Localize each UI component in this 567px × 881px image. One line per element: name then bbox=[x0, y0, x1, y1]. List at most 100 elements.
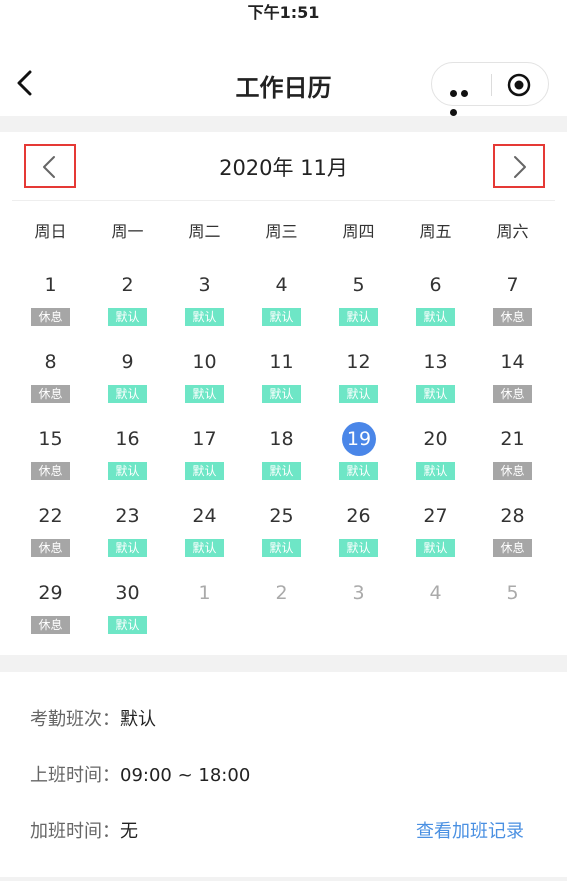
day-cell[interactable]: 30 默认 bbox=[89, 578, 166, 655]
day-cell[interactable]: 6 默认 bbox=[397, 270, 474, 347]
day-cell[interactable]: 12 默认 bbox=[320, 347, 397, 424]
day-cell[interactable]: 27 默认 bbox=[397, 501, 474, 578]
weekday-label: 周六 bbox=[496, 222, 529, 241]
default-shift-tag: 默认 bbox=[416, 539, 455, 557]
day-cell[interactable]: 23 默认 bbox=[89, 501, 166, 578]
day-cell[interactable]: 20 默认 bbox=[397, 424, 474, 501]
default-shift-tag: 默认 bbox=[185, 308, 224, 326]
day-cell-other-month[interactable]: 5 bbox=[474, 578, 551, 655]
rest-tag: 休息 bbox=[493, 539, 532, 557]
default-shift-tag: 默认 bbox=[416, 385, 455, 403]
day-number: 21 bbox=[500, 428, 525, 450]
weekday-label: 周二 bbox=[188, 222, 221, 241]
day-cell[interactable]: 19 默认 bbox=[320, 422, 397, 501]
day-cell[interactable]: 1 休息 bbox=[12, 270, 89, 347]
day-number: 2 bbox=[121, 274, 134, 296]
day-cell[interactable]: 21 休息 bbox=[474, 424, 551, 501]
overtime-value: 无 bbox=[120, 821, 138, 842]
day-number: 29 bbox=[38, 582, 63, 604]
day-number: 6 bbox=[429, 274, 442, 296]
day-cell[interactable]: 13 默认 bbox=[397, 347, 474, 424]
day-cell[interactable]: 14 休息 bbox=[474, 347, 551, 424]
capsule-menu bbox=[431, 62, 549, 116]
default-shift-tag: 默认 bbox=[108, 385, 147, 403]
day-number: 5 bbox=[506, 582, 519, 604]
chevron-right-icon bbox=[514, 156, 526, 178]
day-cell[interactable]: 4 默认 bbox=[243, 270, 320, 347]
day-number: 12 bbox=[346, 351, 371, 373]
day-cell-other-month[interactable]: 1 bbox=[166, 578, 243, 655]
weekday-label: 周日 bbox=[34, 222, 67, 241]
default-shift-tag: 默认 bbox=[339, 539, 378, 557]
view-overtime-records-link[interactable]: 查看加班记录 bbox=[416, 817, 524, 843]
work-time-row: 上班时间：09:00 ~ 18:00 bbox=[30, 761, 250, 787]
day-number: 24 bbox=[192, 505, 217, 527]
day-cell[interactable]: 5 默认 bbox=[320, 270, 397, 347]
day-cell[interactable]: 26 默认 bbox=[320, 501, 397, 578]
day-number: 30 bbox=[115, 582, 140, 604]
day-cell-other-month[interactable]: 4 bbox=[397, 578, 474, 655]
header-divider bbox=[12, 200, 555, 201]
today-day-number: 19 bbox=[342, 422, 376, 456]
day-cell[interactable]: 2 默认 bbox=[89, 270, 166, 347]
day-cell[interactable]: 15 休息 bbox=[12, 424, 89, 501]
day-cell[interactable]: 25 默认 bbox=[243, 501, 320, 578]
default-shift-tag: 默认 bbox=[262, 462, 301, 480]
day-cell[interactable]: 3 默认 bbox=[166, 270, 243, 347]
weekday-label: 周四 bbox=[342, 222, 375, 241]
day-cell[interactable]: 10 默认 bbox=[166, 347, 243, 424]
rest-tag: 休息 bbox=[493, 308, 532, 326]
status-bar: 下午1:51 bbox=[0, 0, 567, 30]
day-cell[interactable]: 29 休息 bbox=[12, 578, 89, 655]
bottom-strip bbox=[0, 877, 567, 881]
default-shift-tag: 默认 bbox=[339, 385, 378, 403]
default-shift-tag: 默认 bbox=[108, 462, 147, 480]
default-shift-tag: 默认 bbox=[108, 616, 147, 634]
calendar-header: 2020年 11月 bbox=[0, 132, 567, 200]
day-cell-other-month[interactable]: 3 bbox=[320, 578, 397, 655]
day-cell-other-month[interactable]: 2 bbox=[243, 578, 320, 655]
day-cell[interactable]: 9 默认 bbox=[89, 347, 166, 424]
default-shift-tag: 默认 bbox=[185, 462, 224, 480]
default-shift-tag: 默认 bbox=[108, 539, 147, 557]
day-number: 1 bbox=[44, 274, 57, 296]
rest-tag: 休息 bbox=[493, 462, 532, 480]
day-number: 3 bbox=[198, 274, 211, 296]
day-cell[interactable]: 22 休息 bbox=[12, 501, 89, 578]
more-button[interactable] bbox=[450, 82, 480, 116]
day-number: 18 bbox=[269, 428, 294, 450]
day-cell[interactable]: 17 默认 bbox=[166, 424, 243, 501]
day-number: 9 bbox=[121, 351, 134, 373]
day-number: 5 bbox=[352, 274, 365, 296]
default-shift-tag: 默认 bbox=[339, 462, 378, 480]
day-cell[interactable]: 28 休息 bbox=[474, 501, 551, 578]
next-month-button[interactable] bbox=[493, 144, 545, 188]
day-number: 28 bbox=[500, 505, 525, 527]
default-shift-tag: 默认 bbox=[262, 539, 301, 557]
day-number: 3 bbox=[352, 582, 365, 604]
more-dot bbox=[461, 90, 468, 97]
overtime-label: 加班时间： bbox=[30, 821, 120, 842]
day-number: 17 bbox=[192, 428, 217, 450]
day-number: 1 bbox=[198, 582, 211, 604]
close-miniprogram-button[interactable] bbox=[507, 73, 531, 97]
day-cell[interactable]: 7 休息 bbox=[474, 270, 551, 347]
day-number: 4 bbox=[429, 582, 442, 604]
day-cell[interactable]: 8 休息 bbox=[12, 347, 89, 424]
work-time-value: 09:00 ~ 18:00 bbox=[120, 765, 251, 786]
shift-value: 默认 bbox=[120, 709, 156, 730]
day-number: 23 bbox=[115, 505, 140, 527]
rest-tag: 休息 bbox=[493, 385, 532, 403]
status-time: 下午1:51 bbox=[247, 3, 320, 22]
day-cell[interactable]: 24 默认 bbox=[166, 501, 243, 578]
rest-tag: 休息 bbox=[31, 462, 70, 480]
day-cell[interactable]: 11 默认 bbox=[243, 347, 320, 424]
default-shift-tag: 默认 bbox=[416, 308, 455, 326]
default-shift-tag: 默认 bbox=[185, 539, 224, 557]
day-number: 20 bbox=[423, 428, 448, 450]
day-cell[interactable]: 18 默认 bbox=[243, 424, 320, 501]
day-cell[interactable]: 16 默认 bbox=[89, 424, 166, 501]
day-number: 27 bbox=[423, 505, 448, 527]
day-number: 2 bbox=[275, 582, 288, 604]
rest-tag: 休息 bbox=[31, 616, 70, 634]
